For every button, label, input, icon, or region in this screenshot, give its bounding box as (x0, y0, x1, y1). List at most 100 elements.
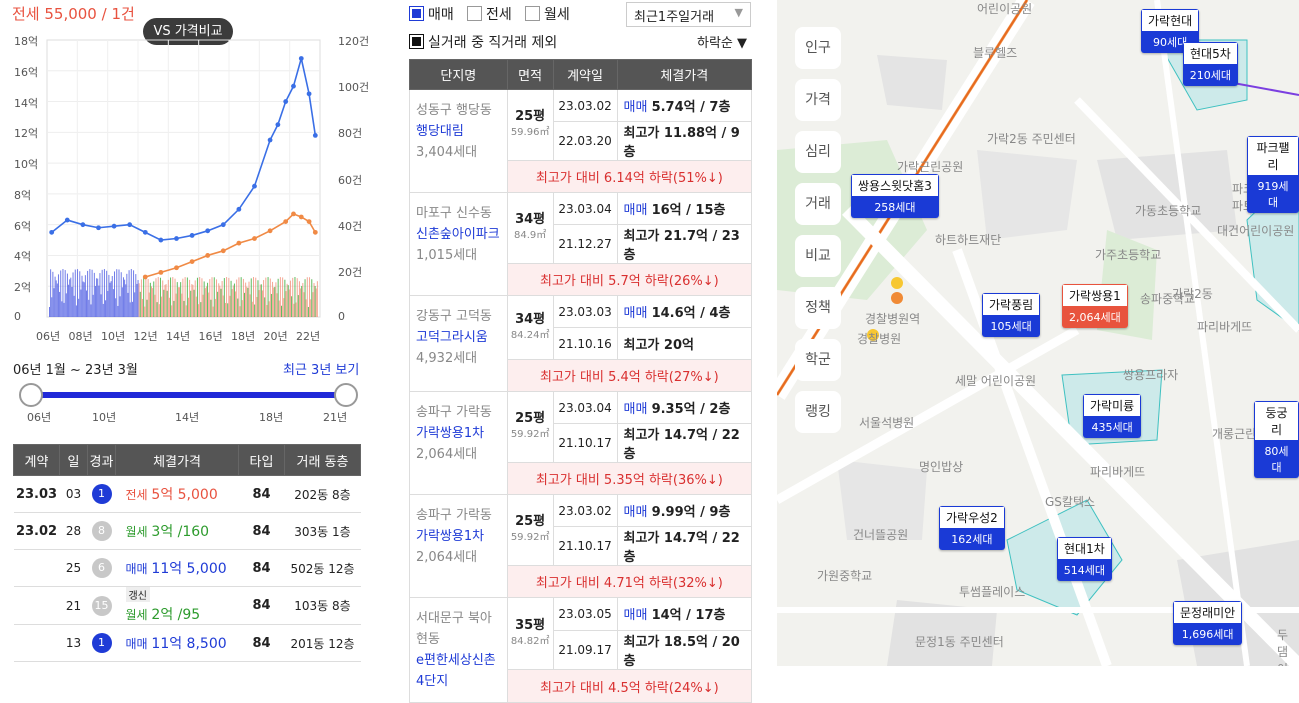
filter-wolse-label: 월세 (544, 7, 570, 23)
side-menu-7[interactable]: 랭킹 (795, 391, 841, 433)
series-point (189, 259, 195, 264)
filter-trade[interactable]: 매매 (409, 4, 454, 24)
complex-pin[interactable]: 둥궁리 80세대 (1254, 401, 1299, 478)
renew-badge: 갱신 (125, 587, 150, 602)
complex-cell: 서대문구 북아현동 e편한세상신촌4단지 (409, 597, 508, 703)
table-row[interactable]: 23.03 03 1 전세 5억 5,000 84 202동 8층 (13, 475, 361, 513)
list-item[interactable]: 마포구 신수동 신촌숲아이파크 1,015세대 34평 84.9㎡ 23.03.04 매매 … (409, 192, 753, 296)
y-left-tick: 16억 (14, 65, 39, 79)
x-tick: 14년 (166, 330, 191, 343)
side-menu-6[interactable]: 학군 (795, 339, 841, 381)
volume-bar (62, 269, 64, 317)
deal-month (13, 549, 60, 587)
series-point (111, 223, 117, 229)
map-view[interactable]: 어린이공원 블루헬즈 가락2동 주민센터 가락근린공원 가동초등학교 하트하트재단 가주초등… (777, 0, 1299, 666)
side-menu-3[interactable]: 거래 (795, 183, 841, 225)
volume-bar (233, 283, 235, 317)
side-menu-2[interactable]: 심리 (795, 131, 841, 173)
complex-pin[interactable]: 가락우성2 162세대 (939, 506, 1005, 550)
list-item[interactable]: 송파구 가락동 가락쌍용1차 2,064세대 25평 59.92㎡ 23.03.02 매매 … (409, 494, 753, 598)
volume-bar (155, 278, 157, 317)
exclude-direct-checkbox[interactable] (409, 34, 424, 49)
recent-3y-link[interactable]: 최근 3년 보기 (283, 359, 359, 378)
volume-bar (49, 307, 50, 317)
complex-pin[interactable]: 가락풍림 105세대 (982, 293, 1041, 337)
trade-checkbox[interactable] (409, 6, 424, 21)
pin-name: 파크팰리 (1247, 136, 1299, 175)
complex-name[interactable]: 신촌숲아이파크 (416, 224, 501, 245)
complex-name[interactable]: 행당대림 (416, 121, 501, 142)
volume-bar (221, 281, 223, 317)
sort-dropdown[interactable]: 하락순 ▼ (697, 32, 747, 51)
exclude-direct-filter[interactable]: 실거래 중 직거래 제외 (409, 32, 557, 52)
period-slider-end-handle[interactable] (334, 383, 358, 407)
volume-bar (168, 297, 170, 317)
volume-bar (66, 273, 68, 317)
period-slider-track[interactable] (31, 392, 346, 398)
volume-bar (231, 289, 233, 317)
list-item[interactable]: 성동구 행당동 행당대림 3,404세대 25평 59.96㎡ 23.03.02 매매 5.… (409, 89, 753, 193)
side-menu-1[interactable]: 가격 (795, 79, 841, 121)
complex-pin[interactable]: 문정래미안 1,696세대 (1173, 601, 1243, 645)
complex-pin[interactable]: 가락쌍용1 2,064세대 (1062, 284, 1128, 328)
deal-type: 84 (238, 475, 285, 513)
complex-cell: 송파구 가락동 가락쌍용1차 2,064세대 (409, 391, 508, 495)
jeonse-checkbox[interactable] (467, 6, 482, 21)
complex-pin[interactable]: 현대5차 210세대 (1183, 42, 1238, 86)
map-label: 파리바게뜨 (1197, 320, 1253, 334)
complex-households: 3,404세대 (416, 145, 478, 160)
complex-pin[interactable]: 현대1차 514세대 (1057, 537, 1112, 581)
deal-header: 타입 (238, 444, 285, 476)
list-item[interactable]: 강동구 고덕동 고덕그라시움 4,932세대 34평 84.24㎡ 23.03.03 매매 … (409, 295, 753, 392)
period-select[interactable]: 최근1주일거래 ▼ (626, 2, 751, 27)
list-item[interactable]: 송파구 가락동 가락쌍용1차 2,064세대 25평 59.92㎡ 23.03.04 매매 … (409, 391, 753, 495)
area-sqm: 84.24㎡ (510, 329, 550, 341)
filter-wolse[interactable]: 월세 (525, 4, 570, 24)
y-right-tick: 100건 (338, 81, 370, 95)
series-point (283, 219, 289, 224)
pin-households: 162세대 (939, 528, 1005, 550)
complex-name[interactable]: 고덕그라시움 (416, 327, 501, 348)
volume-bar (133, 270, 135, 317)
volume-bar (116, 269, 118, 317)
pin-name: 문정래미안 (1173, 601, 1243, 623)
volume-bar (281, 305, 283, 317)
complex-pin[interactable]: 쌍용스윗닷홈3 258세대 (851, 174, 939, 218)
complex-cell: 성동구 행당동 행당대림 3,404세대 (409, 89, 508, 193)
complex-name[interactable]: 가락쌍용1차 (416, 423, 501, 444)
list-item[interactable]: 서대문구 북아현동 e편한세상신촌4단지 35평 84.82㎡ 23.03.05 매매 1… (409, 596, 753, 703)
volume-bar (254, 304, 256, 317)
table-row[interactable]: 23.02 28 8 월세 3억 /160 84 303동 1층 (13, 512, 361, 550)
table-row[interactable]: 25 6 매매 11억 5,000 84 502동 12층 (13, 549, 361, 587)
side-menu-0[interactable]: 인구 (795, 27, 841, 69)
complex-name[interactable]: e편한세상신촌4단지 (416, 650, 501, 692)
volume-bar (193, 289, 195, 317)
volume-bar (121, 287, 123, 317)
volume-bar (276, 293, 278, 317)
volume-bar (263, 280, 265, 317)
volume-bar (191, 284, 193, 317)
area-cell: 35평 84.82㎡ (506, 596, 554, 671)
wolse-checkbox[interactable] (525, 6, 540, 21)
volume-bar (216, 279, 218, 317)
volume-bar (259, 284, 261, 317)
period-slider-start-handle[interactable] (19, 383, 43, 407)
deal-dong-floor: 201동 12층 (284, 624, 361, 662)
side-menu-5[interactable]: 정책 (795, 287, 841, 329)
volume-bar (85, 290, 87, 317)
volume-bar (313, 283, 315, 317)
pin-name: 현대5차 (1183, 42, 1238, 64)
volume-bar (120, 272, 122, 317)
complex-pin[interactable]: 가락미륭 435세대 (1083, 394, 1142, 438)
volume-bar (291, 296, 293, 317)
map-label: 세말 어린이공원 (955, 374, 1037, 388)
volume-bar (167, 279, 169, 317)
filter-jeonse[interactable]: 전세 (467, 4, 512, 24)
table-row[interactable]: 21 15 갱신 월세 2억 /95 84 103동 8층 (13, 586, 361, 625)
side-menu-4[interactable]: 비교 (795, 235, 841, 277)
complex-pin[interactable]: 파크팰리 919세대 (1247, 136, 1299, 213)
volume-bar (312, 292, 314, 317)
high-date: 21.10.17 (552, 526, 618, 566)
table-row[interactable]: 13 1 매매 11억 8,500 84 201동 12층 (13, 624, 361, 662)
complex-name[interactable]: 가락쌍용1차 (416, 526, 501, 547)
